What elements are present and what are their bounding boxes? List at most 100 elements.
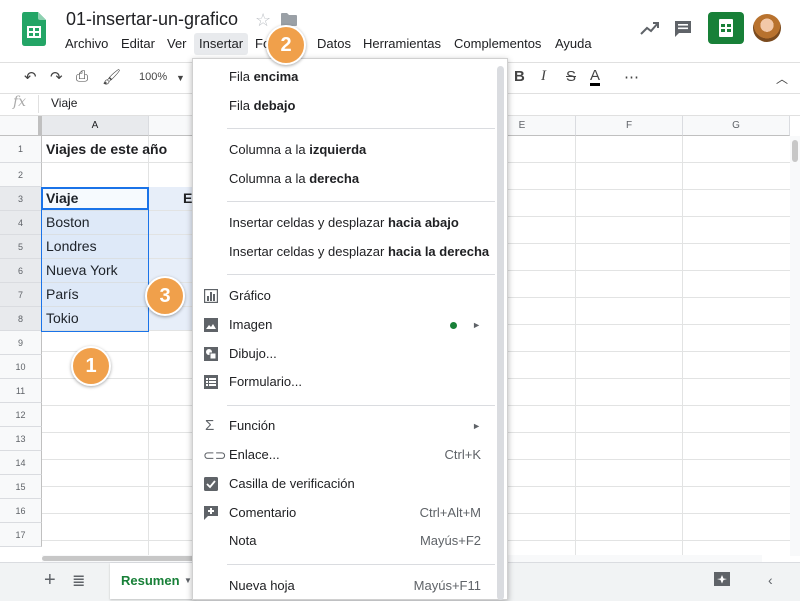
menu-link[interactable]: ⊂⊃ Enlace... Ctrl+K [193, 442, 507, 468]
image-icon [204, 318, 218, 332]
callout-step-2: 2 [266, 25, 306, 65]
trending-icon[interactable] [640, 20, 660, 36]
row-header[interactable]: 9 [0, 331, 42, 355]
menu-cells-shift-down[interactable]: Insertar celdas y desplazar hacia abajo [193, 210, 507, 236]
all-sheets-icon[interactable]: ≣ [72, 571, 85, 591]
sheets-share-icon [719, 19, 733, 37]
more-options-icon[interactable]: ⋯ [624, 68, 639, 86]
folder-icon[interactable] [281, 13, 297, 26]
menu-separator [227, 274, 495, 275]
column-header[interactable]: G [683, 116, 790, 136]
menu-separator [227, 564, 495, 565]
menu-form[interactable]: Formulario... [193, 369, 507, 395]
print-icon[interactable]: ⎙ [76, 68, 88, 85]
menu-archivo[interactable]: Archivo [60, 33, 113, 55]
bold-button[interactable]: B [514, 68, 525, 85]
menu-row-above[interactable]: Fila encima [193, 64, 507, 90]
active-cell-outline [41, 187, 149, 210]
menu-scrollbar[interactable] [497, 66, 504, 600]
row-header[interactable]: 8 [0, 307, 42, 331]
horizontal-scroll-thumb[interactable] [42, 556, 202, 561]
menu-chart[interactable]: Gráfico [193, 283, 507, 309]
vertical-scrollbar[interactable] [790, 136, 800, 556]
menu-comment[interactable]: Comentario Ctrl+Alt+M [193, 500, 507, 526]
menu-herramientas[interactable]: Herramientas [358, 33, 446, 55]
row-header[interactable]: 10 [0, 355, 42, 379]
row-header[interactable]: 5 [0, 235, 42, 259]
callout-step-3: 3 [145, 276, 185, 316]
menu-datos[interactable]: Datos [312, 33, 356, 55]
menu-separator [227, 405, 495, 406]
grid-col-line [575, 136, 576, 556]
cell-a1-title[interactable]: Viajes de este año [42, 136, 167, 163]
menu-insertar[interactable]: Insertar [194, 33, 249, 55]
row-header[interactable]: 6 [0, 259, 42, 283]
corner-select-all[interactable] [0, 116, 42, 136]
menu-image[interactable]: Imagen ► [193, 312, 507, 338]
sheet-tab-resumen[interactable]: Resumen ▼ [110, 563, 196, 599]
zoom-dropdown-icon[interactable]: ▼ [176, 73, 185, 83]
row-header[interactable]: 12 [0, 403, 42, 427]
menu-separator [227, 128, 495, 129]
menu-ayuda[interactable]: Ayuda [550, 33, 597, 55]
menu-checkbox[interactable]: Casilla de verificación [193, 471, 507, 497]
redo-icon[interactable]: ↷ [50, 68, 63, 86]
column-header[interactable]: F [576, 116, 683, 136]
row-header[interactable]: 2 [0, 163, 42, 187]
row-header[interactable]: 4 [0, 211, 42, 235]
italic-button[interactable]: I [541, 68, 546, 85]
menu-ver[interactable]: Ver [162, 33, 192, 55]
menu-cells-shift-right[interactable]: Insertar celdas y desplazar hacia la der… [193, 239, 507, 265]
submenu-arrow-icon: ► [472, 421, 481, 431]
menu-drawing[interactable]: Dibujo... [193, 341, 507, 367]
star-icon[interactable]: ☆ [255, 10, 271, 31]
vertical-scroll-thumb[interactable] [792, 140, 798, 162]
collapse-toolbar-icon[interactable]: ︿ [776, 70, 788, 87]
callout-step-1: 1 [71, 346, 111, 386]
sheet-tab-label: Resumen [121, 573, 180, 588]
menu-note[interactable]: Nota Mayús+F2 [193, 528, 507, 554]
submenu-arrow-icon: ► [472, 320, 481, 330]
grid-col-line [682, 136, 683, 556]
formula-input[interactable]: Viaje [51, 96, 77, 110]
add-sheet-icon[interactable]: + [44, 569, 56, 592]
row-header[interactable]: 7 [0, 283, 42, 307]
paint-format-icon[interactable]: 🖌 [102, 68, 121, 86]
cell-b3-header[interactable]: En [149, 187, 201, 211]
avatar[interactable] [753, 14, 781, 42]
row-header[interactable]: 17 [0, 523, 42, 547]
sheets-logo-icon[interactable] [22, 12, 46, 46]
menu-editar[interactable]: Editar [116, 33, 160, 55]
menu-complementos[interactable]: Complementos [449, 33, 546, 55]
side-panel-collapse-icon[interactable]: ‹ [768, 572, 773, 588]
row-header[interactable]: 15 [0, 475, 42, 499]
strikethrough-button[interactable]: S [566, 68, 576, 85]
sheet-tab-dropdown-icon[interactable]: ▼ [184, 576, 192, 585]
menu-col-left[interactable]: Columna a la izquierda [193, 137, 507, 163]
row-header[interactable]: 13 [0, 427, 42, 451]
checkbox-icon [204, 477, 218, 491]
comment-history-icon[interactable] [673, 19, 693, 39]
title-bar: 01-insertar-un-grafico ☆ Archivo Editar … [0, 0, 800, 62]
cell-b[interactable] [149, 211, 193, 235]
insert-menu-dropdown: Fila encima Fila debajo Columna a la izq… [192, 58, 508, 600]
share-button[interactable] [708, 12, 744, 44]
explore-icon[interactable] [712, 571, 732, 589]
text-color-button[interactable]: A [590, 68, 601, 86]
zoom-select[interactable]: 100% [139, 71, 167, 83]
undo-icon[interactable]: ↶ [24, 68, 37, 86]
fx-icon: fx [13, 94, 27, 110]
column-header[interactable]: A [42, 116, 149, 136]
new-indicator-dot [450, 322, 457, 329]
menu-col-right[interactable]: Columna a la derecha [193, 166, 507, 192]
row-header[interactable]: 11 [0, 379, 42, 403]
row-header[interactable]: 1 [0, 136, 42, 163]
menu-function[interactable]: Σ Función ► [193, 413, 507, 439]
menu-row-below[interactable]: Fila debajo [193, 93, 507, 119]
menu-new-sheet[interactable]: Nueva hoja Mayús+F11 [193, 573, 507, 599]
cell-b[interactable] [149, 235, 193, 259]
row-header[interactable]: 3 [0, 187, 42, 211]
row-header[interactable]: 14 [0, 451, 42, 475]
document-title[interactable]: 01-insertar-un-grafico [66, 9, 238, 30]
row-header[interactable]: 16 [0, 499, 42, 523]
